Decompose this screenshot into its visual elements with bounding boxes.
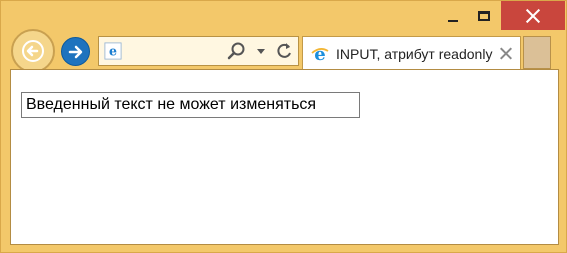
page-content xyxy=(10,69,559,245)
readonly-text-input[interactable] xyxy=(21,92,360,118)
close-window-button[interactable] xyxy=(501,1,565,30)
back-button[interactable] xyxy=(11,29,55,73)
forward-button[interactable] xyxy=(61,37,90,66)
chevron-down-icon[interactable] xyxy=(254,41,268,61)
close-icon[interactable] xyxy=(499,47,513,61)
ie-logo-icon: e xyxy=(104,42,122,60)
maximize-icon xyxy=(478,11,490,21)
minimize-icon xyxy=(448,20,458,22)
ie-logo-icon: e xyxy=(311,44,329,64)
new-tab-button[interactable] xyxy=(523,36,551,69)
address-bar[interactable]: e xyxy=(98,36,299,66)
forward-arrow-icon xyxy=(68,45,82,58)
search-icon[interactable] xyxy=(227,41,247,61)
refresh-icon[interactable] xyxy=(274,41,294,61)
svg-text:e: e xyxy=(109,44,117,59)
back-arrow-icon xyxy=(22,40,44,62)
maximize-button[interactable] xyxy=(469,1,499,31)
close-icon xyxy=(526,9,540,23)
tab-active[interactable]: e INPUT, атрибут readonly xyxy=(302,36,521,70)
minimize-button[interactable] xyxy=(438,1,468,31)
browser-window: e e INPUT, атрибут readonly xyxy=(0,0,567,253)
tab-title: INPUT, атрибут readonly xyxy=(336,45,493,62)
svg-text:e: e xyxy=(314,44,325,64)
